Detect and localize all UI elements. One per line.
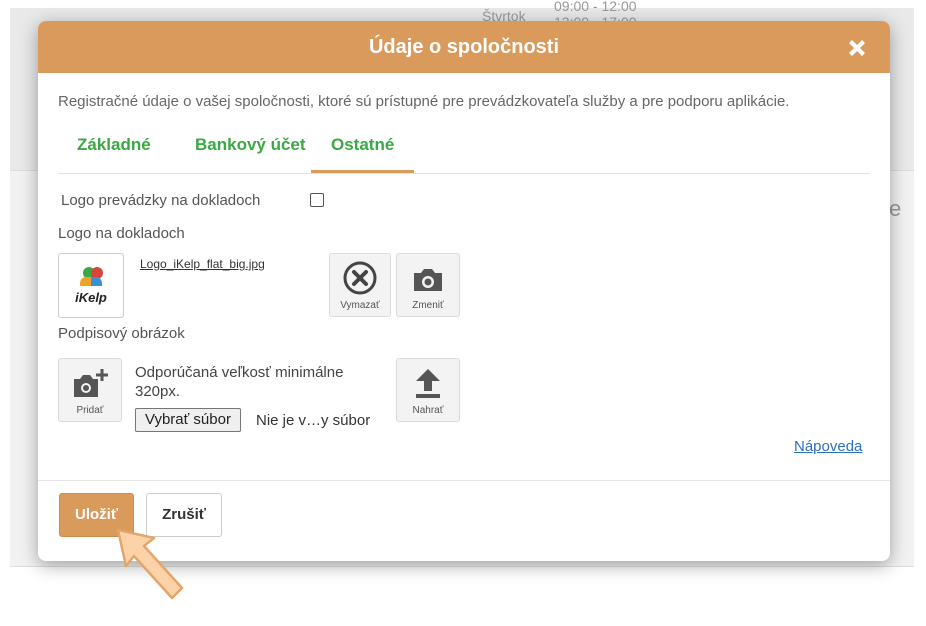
modal-title: Údaje o spoločnosti <box>368 36 560 58</box>
signature-hint: Odporúčaná veľkosť minimálne 320px. <box>135 363 343 401</box>
no-file-chosen-text: Nie je v…y súbor <box>256 412 371 429</box>
close-icon[interactable] <box>844 35 870 61</box>
change-logo-label: Zmeniť <box>412 300 444 311</box>
logo-brand-text: iKelp <box>75 290 107 305</box>
choose-file-button[interactable]: Vybrať súbor <box>135 408 241 432</box>
upload-signature-label: Nahrať <box>412 405 444 416</box>
delete-logo-label: Vymazať <box>340 300 380 311</box>
upload-icon <box>416 369 440 398</box>
tab-bar: Základné Bankový účet Ostatné <box>58 125 870 174</box>
delete-logo-button[interactable]: Vymazať <box>329 253 391 317</box>
change-logo-button[interactable]: Zmeniť <box>396 253 460 317</box>
signature-section-label: Podpisový obrázok <box>58 325 185 342</box>
logo-checkbox[interactable] <box>310 193 324 207</box>
logo-file-link[interactable]: Logo_iKelp_flat_big.jpg <box>140 257 265 271</box>
modal-description: Registračné údaje o vašej spoločnosti, k… <box>58 93 790 110</box>
modal-header: Údaje o spoločnosti <box>38 21 890 73</box>
add-signature-button[interactable]: Pridať <box>58 358 122 422</box>
pointer-arrow-icon <box>116 528 184 600</box>
logo-section-label: Logo na dokladoch <box>58 225 185 242</box>
signature-hint-line1: Odporúčaná veľkosť minimálne <box>135 364 344 381</box>
logo-preview: iKelp <box>58 253 124 318</box>
delete-icon <box>343 261 377 295</box>
tab-basic[interactable]: Základné <box>77 125 151 171</box>
tab-other[interactable]: Ostatné <box>311 125 415 173</box>
company-details-modal: Údaje o spoločnosti Registračné údaje o … <box>38 21 890 561</box>
add-photo-icon <box>74 369 108 397</box>
add-signature-label: Pridať <box>76 405 104 416</box>
background-hours: 09:00 - 12:00 <box>554 0 637 14</box>
tab-bank-account[interactable]: Bankový účet <box>195 125 306 171</box>
logo-checkbox-label: Logo prevádzky na dokladoch <box>61 192 261 209</box>
camera-icon <box>414 269 442 291</box>
upload-signature-button[interactable]: Nahrať <box>396 358 460 422</box>
help-link[interactable]: Nápoveda <box>794 438 862 455</box>
footer-divider <box>38 480 890 481</box>
signature-hint-line2: 320px. <box>135 383 181 400</box>
